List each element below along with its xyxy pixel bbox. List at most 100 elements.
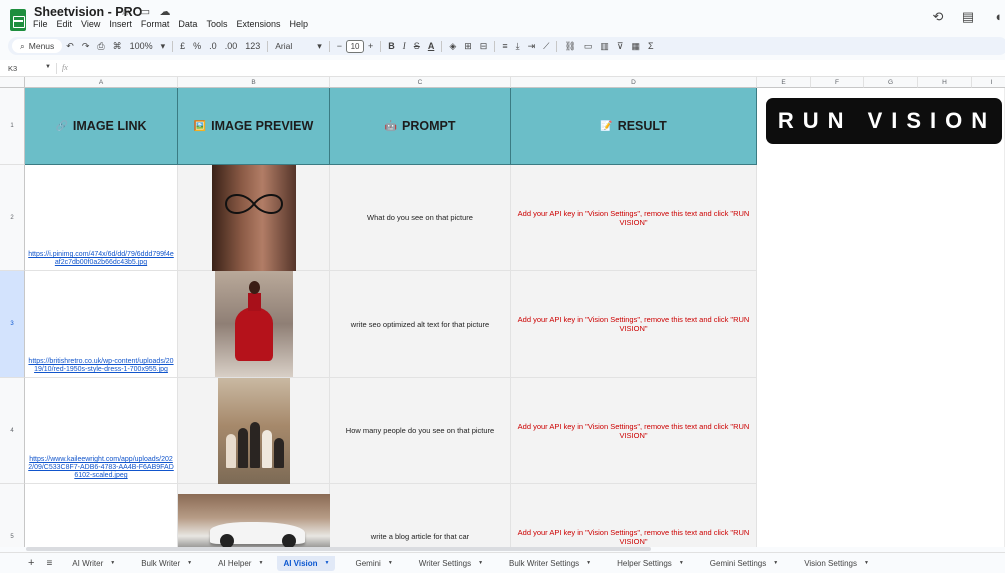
menu-insert[interactable]: Insert: [109, 19, 132, 29]
undo-icon[interactable]: ↶: [62, 41, 78, 52]
row-header-3[interactable]: 3: [0, 271, 25, 378]
move-folder-icon[interactable]: ▭: [138, 5, 152, 18]
fill-color-icon[interactable]: ◈: [445, 41, 460, 52]
insert-comment-icon[interactable]: ▭: [580, 41, 597, 52]
chevron-down-icon[interactable]: ▼: [325, 560, 330, 566]
tab-gemini[interactable]: Gemini ▼: [349, 556, 398, 571]
column-header-b[interactable]: B: [178, 77, 330, 88]
prompt-cell[interactable]: How many people do you see on that pictu…: [330, 378, 511, 484]
menu-file[interactable]: File: [33, 19, 48, 29]
run-vision-button[interactable]: RUN VISION: [766, 98, 1002, 144]
column-header-d[interactable]: D: [511, 77, 757, 88]
star-icon[interactable]: ☆: [118, 5, 132, 18]
column-header-e[interactable]: E: [757, 77, 811, 88]
increase-font-size-button[interactable]: +: [364, 41, 377, 51]
prompt-cell[interactable]: What do you see on that picture: [330, 165, 511, 271]
result-cell[interactable]: Add your API key in "Vision Settings", r…: [511, 484, 757, 547]
insert-chart-icon[interactable]: ▥: [596, 41, 613, 52]
chevron-down-icon[interactable]: ▼: [478, 560, 483, 566]
chevron-down-icon[interactable]: ▼: [110, 560, 115, 566]
header-image-preview[interactable]: 🖼️ IMAGE PREVIEW: [178, 88, 330, 165]
column-header-a[interactable]: A: [25, 77, 178, 88]
image-preview-cell[interactable]: [178, 378, 330, 484]
insert-link-icon[interactable]: ⛓: [560, 41, 579, 52]
column-header-g[interactable]: G: [864, 77, 918, 88]
paint-format-icon[interactable]: ⌘: [109, 41, 126, 52]
cloud-status-icon[interactable]: ☁: [158, 5, 172, 18]
redo-icon[interactable]: ↷: [78, 41, 94, 52]
image-link-cell[interactable]: https://britishretro.co.uk/wp-content/up…: [25, 271, 178, 378]
image-link[interactable]: https://britishretro.co.uk/wp-content/up…: [28, 358, 174, 374]
image-preview-cell[interactable]: [178, 165, 330, 271]
menu-format[interactable]: Format: [141, 19, 170, 29]
italic-button[interactable]: I: [399, 41, 410, 51]
tab-gemini-settings[interactable]: Gemini Settings ▼: [704, 556, 784, 571]
filter-views-icon[interactable]: ▦: [628, 41, 645, 52]
image-preview-cell[interactable]: [178, 484, 330, 547]
row-header-4[interactable]: 4: [0, 378, 25, 484]
horizontal-align-icon[interactable]: ≡: [498, 41, 511, 51]
row-header-1[interactable]: 1: [0, 88, 25, 165]
empty-cells-area[interactable]: [757, 88, 1005, 547]
meet-icon[interactable]: ◖: [991, 9, 1005, 25]
image-link[interactable]: https://i.pinimg.com/474x/6d/dd/79/6ddd7…: [28, 251, 174, 267]
menu-edit[interactable]: Edit: [57, 19, 73, 29]
comments-icon[interactable]: ▤: [961, 9, 975, 25]
bold-button[interactable]: B: [384, 41, 399, 51]
all-sheets-icon[interactable]: ≡: [46, 558, 52, 569]
search-menus-button[interactable]: ⌕ Menus: [12, 39, 63, 53]
chevron-down-icon[interactable]: ▼: [258, 560, 263, 566]
image-preview-cell[interactable]: [178, 271, 330, 378]
chevron-down-icon[interactable]: ▾: [313, 41, 326, 52]
functions-button[interactable]: Σ: [644, 41, 658, 51]
strikethrough-button[interactable]: S: [410, 41, 424, 51]
column-header-i[interactable]: I: [972, 77, 1005, 88]
tab-ai-writer[interactable]: AI Writer ▼: [66, 556, 121, 571]
header-result[interactable]: 📝 RESULT: [511, 88, 757, 165]
row-header-5[interactable]: 5: [0, 484, 25, 547]
menu-data[interactable]: Data: [178, 19, 197, 29]
add-sheet-icon[interactable]: +: [28, 557, 34, 569]
column-header-f[interactable]: F: [811, 77, 864, 88]
version-history-icon[interactable]: ⟲: [931, 9, 945, 25]
menu-tools[interactable]: Tools: [206, 19, 227, 29]
percent-format-button[interactable]: %: [189, 41, 205, 51]
chevron-down-icon[interactable]: ▼: [187, 560, 192, 566]
image-link[interactable]: https://www.kaileewright.com/app/uploads…: [28, 456, 174, 480]
filter-icon[interactable]: ⊽: [613, 41, 628, 52]
tab-helper-settings[interactable]: Helper Settings ▼: [611, 556, 690, 571]
select-all-corner[interactable]: [0, 77, 25, 88]
chevron-down-icon[interactable]: ▼: [864, 560, 869, 566]
prompt-cell[interactable]: write seo optimized alt text for that pi…: [330, 271, 511, 378]
font-family-select[interactable]: Arial: [271, 41, 313, 51]
merge-cells-icon[interactable]: ⊟: [476, 41, 492, 52]
zoom-select[interactable]: 100%: [126, 41, 157, 51]
chevron-down-icon[interactable]: ▼: [773, 560, 778, 566]
row-header-2[interactable]: 2: [0, 165, 25, 271]
header-prompt[interactable]: 🤖 PROMPT: [330, 88, 511, 165]
text-wrapping-icon[interactable]: ⇥: [524, 41, 540, 52]
currency-format-button[interactable]: £: [176, 41, 189, 51]
tab-ai-helper[interactable]: AI Helper ▼: [212, 556, 269, 571]
increase-decimal-button[interactable]: .00: [221, 41, 242, 51]
chevron-down-icon[interactable]: ▼: [679, 560, 684, 566]
result-cell[interactable]: Add your API key in "Vision Settings", r…: [511, 378, 757, 484]
tab-bulk-writer[interactable]: Bulk Writer ▼: [135, 556, 198, 571]
chevron-down-icon[interactable]: ▼: [45, 64, 51, 70]
vertical-align-icon[interactable]: ⤓: [512, 41, 524, 52]
horizontal-scrollbar[interactable]: [26, 547, 651, 551]
chevron-down-icon[interactable]: ▼: [388, 560, 393, 566]
name-box[interactable]: K3: [8, 64, 17, 73]
tab-writer-settings[interactable]: Writer Settings ▼: [413, 556, 489, 571]
result-cell[interactable]: Add your API key in "Vision Settings", r…: [511, 271, 757, 378]
header-image-link[interactable]: 🔗 IMAGE LINK: [25, 88, 178, 165]
tab-vision-settings[interactable]: Vision Settings ▼: [798, 556, 875, 571]
more-formats-button[interactable]: 123: [241, 41, 264, 51]
prompt-cell[interactable]: write a blog article for that car: [330, 484, 511, 547]
column-header-c[interactable]: C: [330, 77, 511, 88]
print-icon[interactable]: ⎙: [93, 41, 108, 52]
sheet-grid[interactable]: A B C D E F G H I 1 2 3 4 5 🔗 IMAGE LINK…: [0, 77, 1005, 547]
decrease-decimal-button[interactable]: .0: [205, 41, 221, 51]
text-rotation-icon[interactable]: ⟋: [539, 41, 553, 52]
borders-icon[interactable]: ⊞: [460, 41, 476, 52]
